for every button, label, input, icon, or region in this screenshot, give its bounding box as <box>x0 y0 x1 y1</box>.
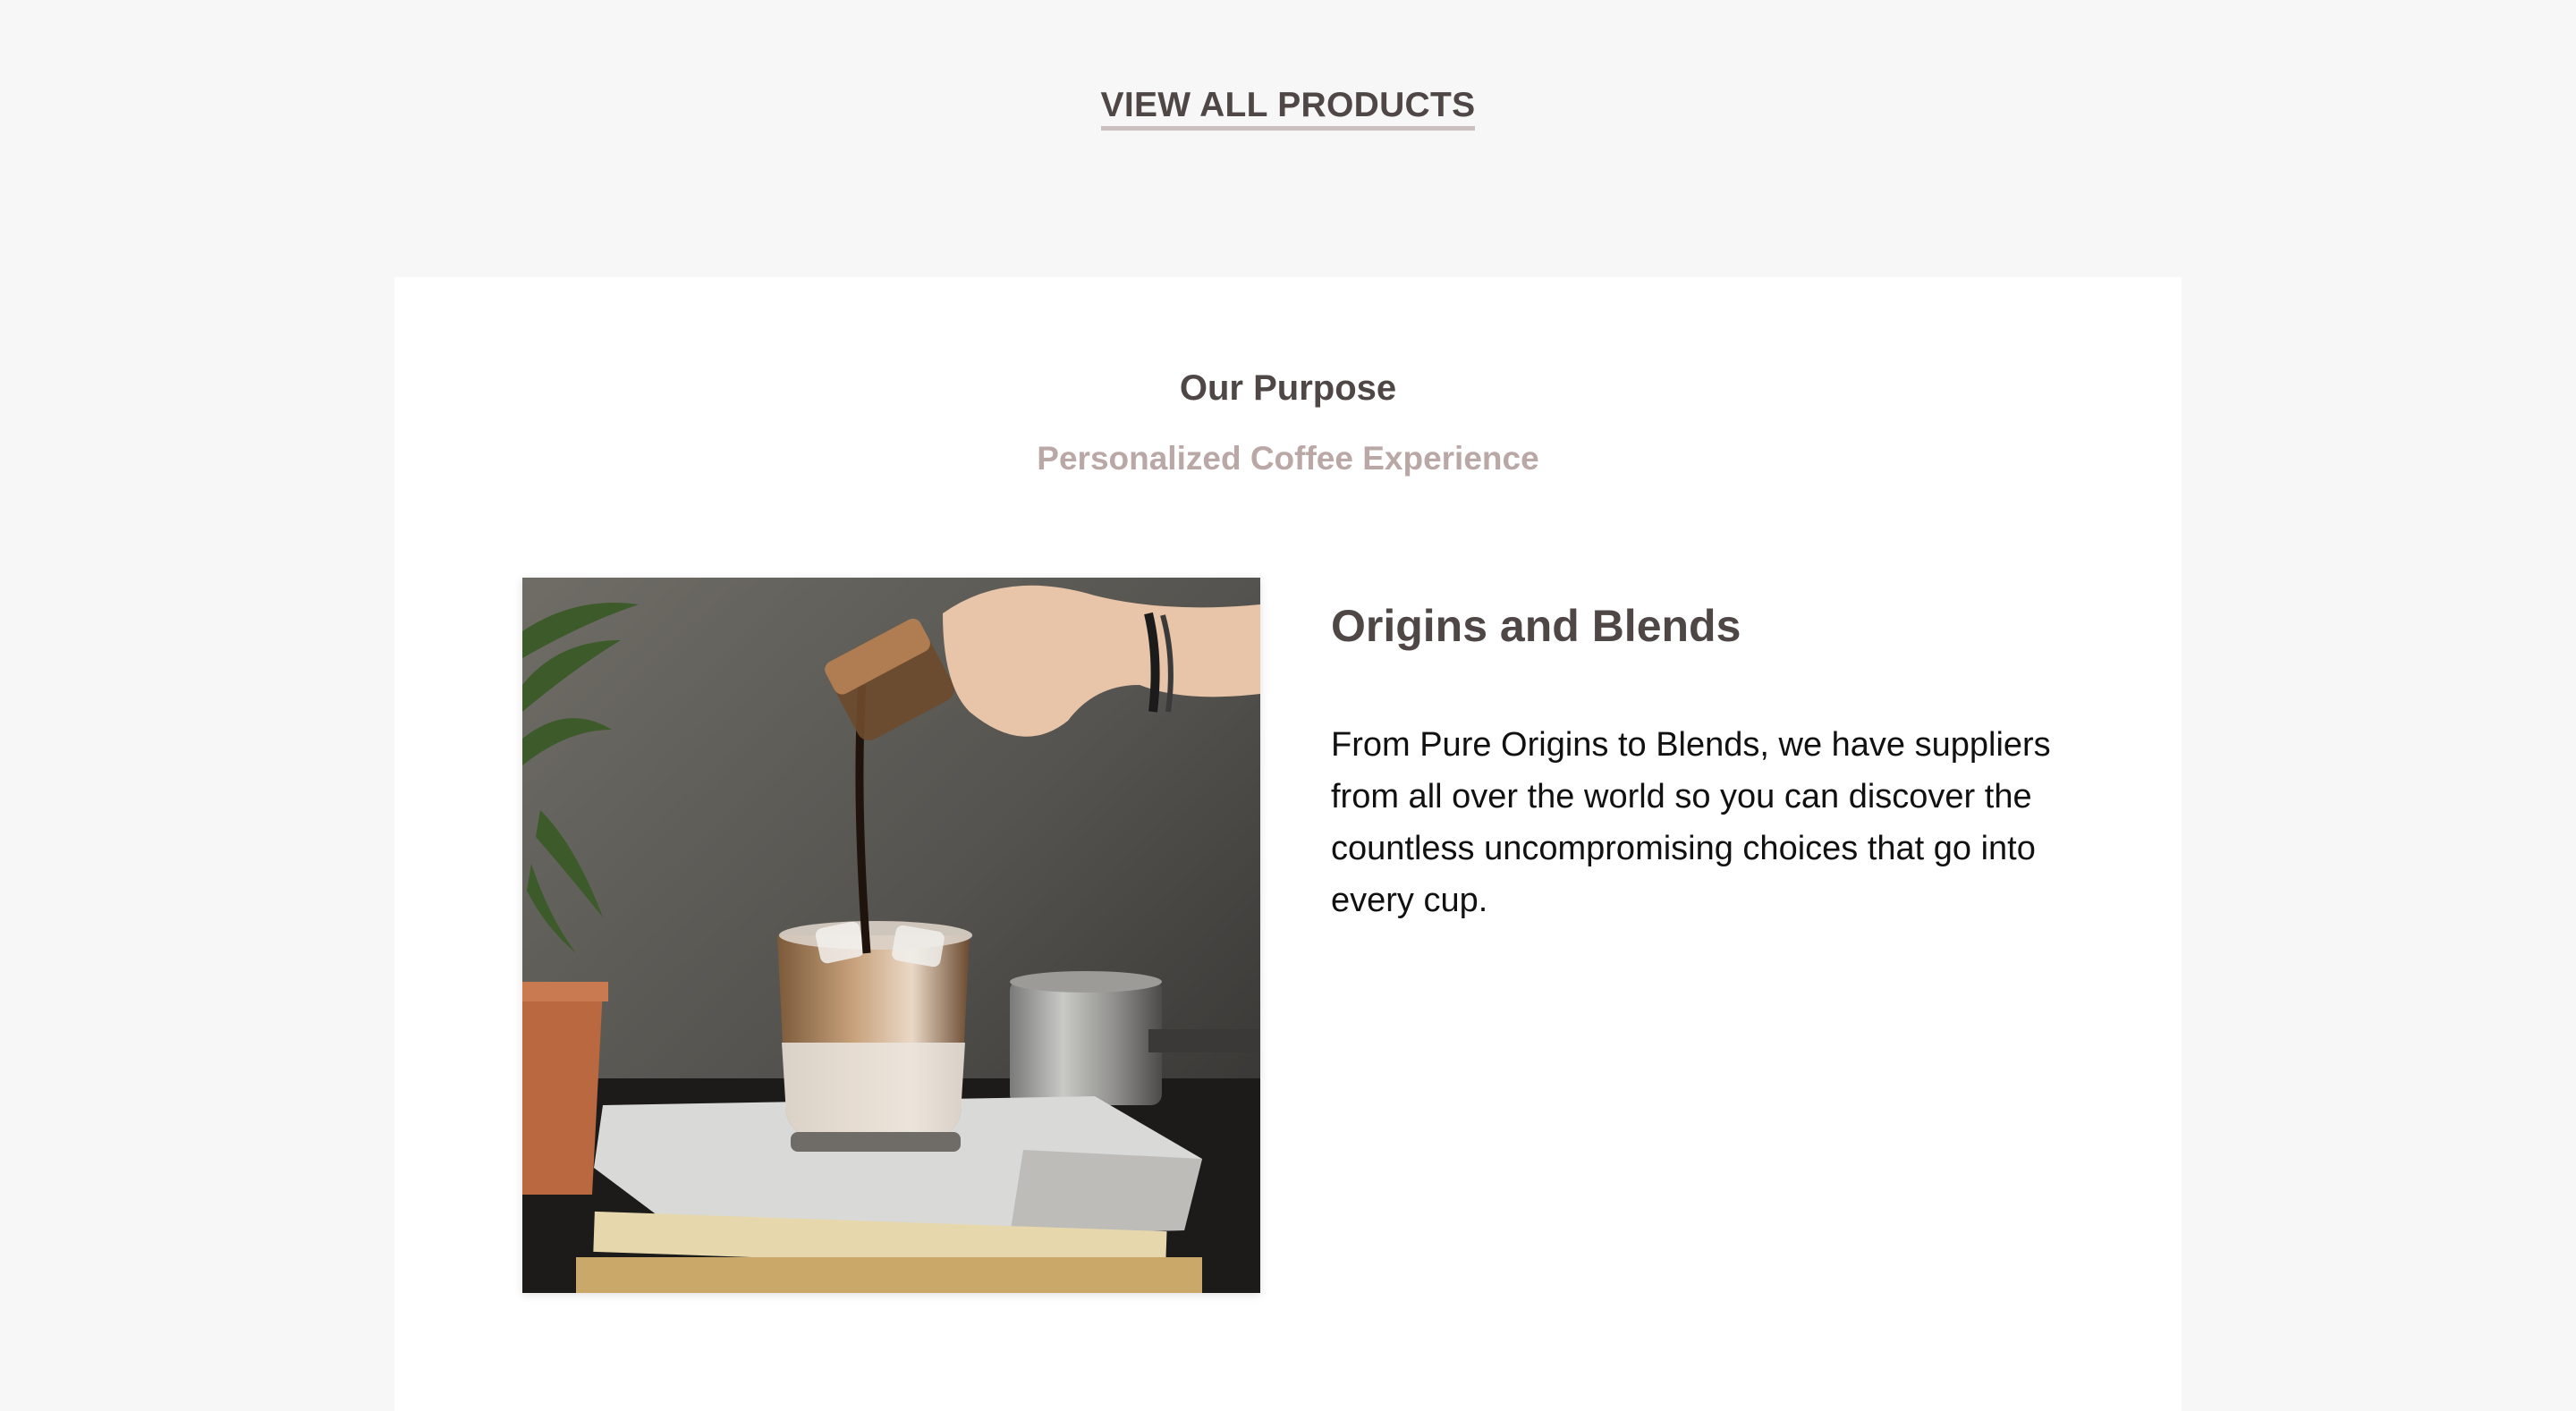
view-all-products-link[interactable]: VIEW ALL PRODUCTS <box>1100 87 1476 131</box>
feature-title: Origins and Blends <box>1331 601 1741 651</box>
view-all-section: VIEW ALL PRODUCTS <box>0 87 2576 131</box>
coffee-pour-image <box>522 578 1260 1293</box>
feature-description: From Pure Origins to Blends, we have sup… <box>1331 726 2051 919</box>
section-subtitle: Personalized Coffee Experience <box>1037 440 1539 477</box>
purpose-card: Our Purpose Personalized Coffee Experien… <box>394 277 2182 1411</box>
section-title: Our Purpose <box>1179 368 1397 408</box>
